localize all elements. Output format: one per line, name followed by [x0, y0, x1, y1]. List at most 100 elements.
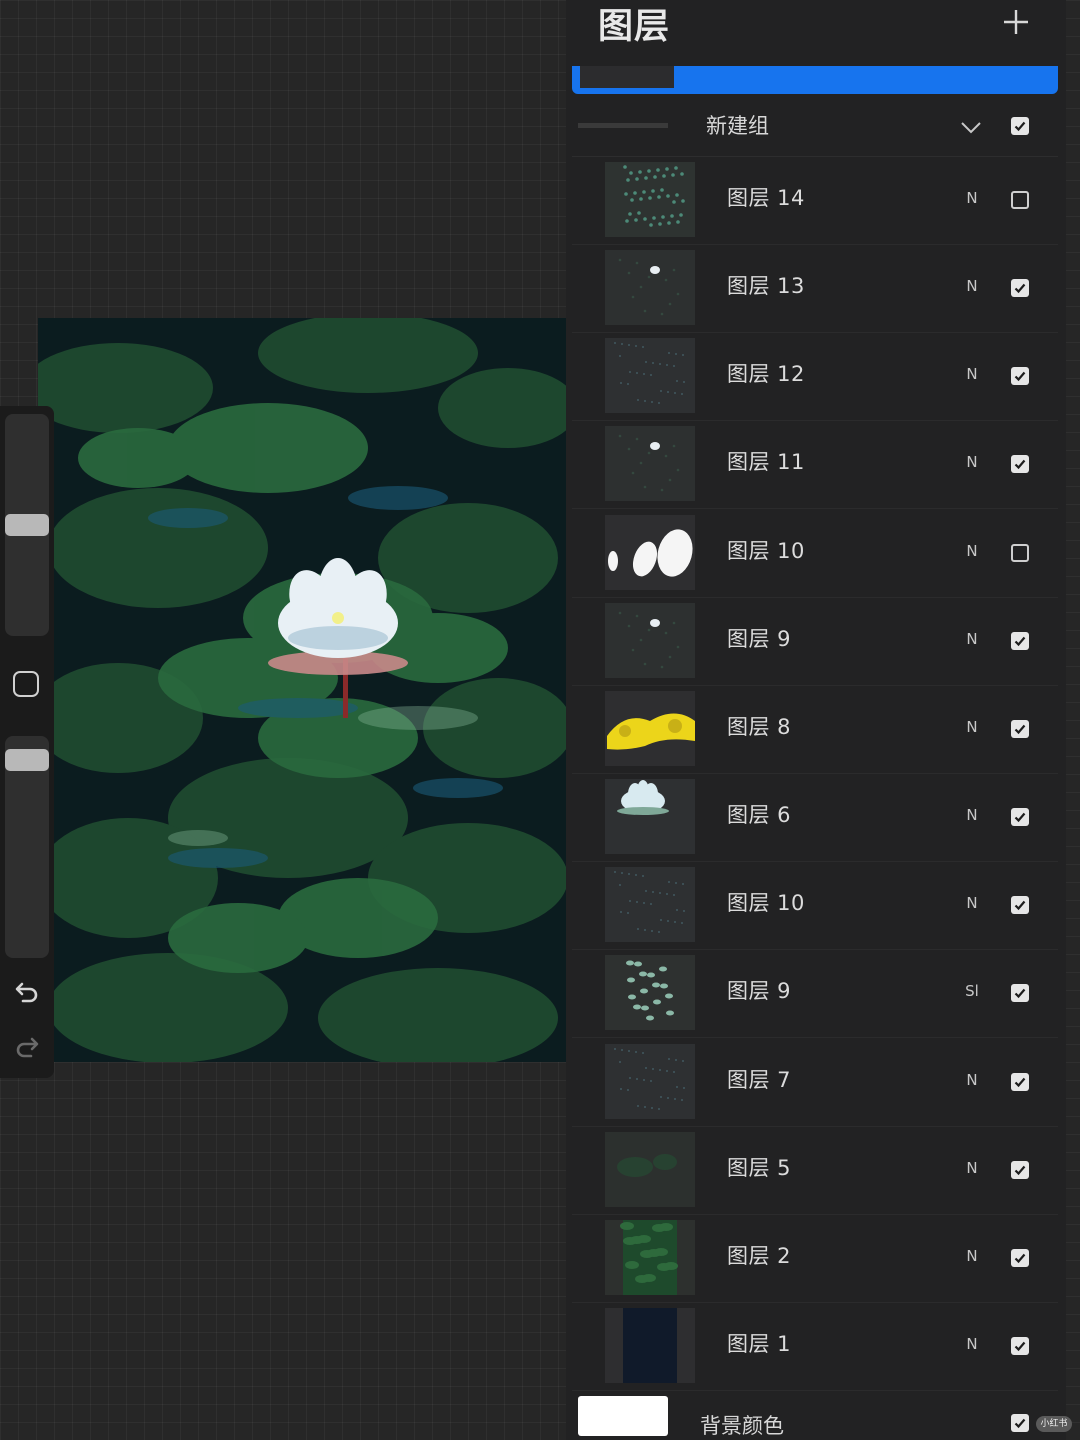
- layer-visibility-checkbox[interactable]: [1011, 367, 1029, 385]
- selected-layer-row[interactable]: [572, 66, 1058, 94]
- blend-mode-button[interactable]: N: [960, 1159, 984, 1177]
- brush-size-thumb[interactable]: [5, 514, 49, 536]
- check-icon: [1014, 636, 1026, 647]
- layer-visibility-checkbox[interactable]: [1011, 544, 1029, 562]
- tool-sidebar: [0, 406, 54, 1078]
- check-icon: [1014, 988, 1026, 999]
- blend-mode-button[interactable]: Sl: [960, 982, 984, 1000]
- background-color-swatch[interactable]: [578, 1396, 668, 1436]
- group-name: 新建组: [706, 114, 769, 138]
- layer-name: 图层 2: [727, 1244, 792, 1268]
- layer-row[interactable]: 图层 7 N: [572, 1038, 1058, 1127]
- layer-name: 图层 12: [727, 362, 805, 386]
- blend-mode-button[interactable]: N: [960, 365, 984, 383]
- layer-thumbnail[interactable]: [605, 1308, 695, 1383]
- layer-visibility-checkbox[interactable]: [1011, 191, 1029, 209]
- layer-row[interactable]: 图层 2 N: [572, 1214, 1058, 1303]
- layer-row[interactable]: 图层 5 N: [572, 1126, 1058, 1215]
- blend-mode-button[interactable]: N: [960, 453, 984, 471]
- layer-row[interactable]: 图层 14 N: [572, 156, 1058, 245]
- layer-name: 图层 1: [727, 1332, 792, 1356]
- panel-title: 图层: [598, 7, 671, 47]
- check-icon: [1014, 459, 1026, 470]
- layer-name: 图层 10: [727, 539, 805, 563]
- blend-mode-button[interactable]: N: [960, 189, 984, 207]
- layer-visibility-checkbox[interactable]: [1011, 1161, 1029, 1179]
- layer-row[interactable]: 图层 12 N: [572, 332, 1058, 421]
- layer-thumbnail[interactable]: [605, 603, 695, 678]
- layer-thumbnail[interactable]: [605, 779, 695, 854]
- add-layer-button[interactable]: [998, 4, 1034, 40]
- background-color-label: 背景颜色: [700, 1414, 784, 1438]
- layer-row[interactable]: 图层 1 N: [572, 1302, 1058, 1391]
- layer-thumbnail[interactable]: [605, 955, 695, 1030]
- layer-name: 图层 5: [727, 1156, 792, 1180]
- layer-thumbnail[interactable]: [605, 1132, 695, 1207]
- layer-row[interactable]: 图层 11 N: [572, 420, 1058, 509]
- layer-visibility-checkbox[interactable]: [1011, 984, 1029, 1002]
- layer-thumbnail[interactable]: [605, 1044, 695, 1119]
- layer-thumbnail[interactable]: [605, 1220, 695, 1295]
- group-visibility-checkbox[interactable]: [1011, 117, 1029, 135]
- blend-mode-button[interactable]: N: [960, 277, 984, 295]
- group-thumbnail: [578, 123, 668, 128]
- layer-name: 图层 7: [727, 1068, 792, 1092]
- brush-opacity-thumb[interactable]: [5, 749, 49, 771]
- blend-mode-button[interactable]: N: [960, 894, 984, 912]
- layer-row[interactable]: 图层 13 N: [572, 244, 1058, 333]
- layer-thumbnail[interactable]: [605, 515, 695, 590]
- check-icon: [1014, 1341, 1026, 1352]
- layer-visibility-checkbox[interactable]: [1011, 808, 1029, 826]
- layer-row[interactable]: 图层 8 N: [572, 685, 1058, 774]
- layer-visibility-checkbox[interactable]: [1011, 455, 1029, 473]
- background-visibility-checkbox[interactable]: [1011, 1414, 1029, 1432]
- layer-thumbnail[interactable]: [605, 426, 695, 501]
- layer-name: 图层 6: [727, 803, 792, 827]
- layer-name: 图层 11: [727, 450, 805, 474]
- check-icon: [1014, 1077, 1026, 1088]
- layer-row[interactable]: 图层 10 N: [572, 509, 1058, 598]
- layer-visibility-checkbox[interactable]: [1011, 279, 1029, 297]
- water-lily-painting: [38, 318, 566, 1062]
- layer-name: 图层 9: [727, 979, 792, 1003]
- layer-row[interactable]: 图层 10 N: [572, 861, 1058, 950]
- check-icon: [1014, 1418, 1026, 1429]
- layer-row[interactable]: 图层 6 N: [572, 773, 1058, 862]
- blend-mode-button[interactable]: N: [960, 630, 984, 648]
- modify-button[interactable]: [13, 671, 39, 697]
- layer-row[interactable]: 图层 9 Sl: [572, 949, 1058, 1038]
- check-icon: [1014, 121, 1026, 132]
- layer-visibility-checkbox[interactable]: [1011, 896, 1029, 914]
- layers-panel: 图层 新建组 背景颜色 图层 14 N 图层 13 N 图层 12 N 图层 11 N 图层 1…: [566, 0, 1066, 1440]
- layer-visibility-checkbox[interactable]: [1011, 1249, 1029, 1267]
- layer-visibility-checkbox[interactable]: [1011, 632, 1029, 650]
- blend-mode-button[interactable]: N: [960, 1071, 984, 1089]
- layer-name: 图层 10: [727, 891, 805, 915]
- brush-opacity-slider[interactable]: [5, 736, 49, 958]
- brush-size-slider[interactable]: [5, 414, 49, 636]
- layer-visibility-checkbox[interactable]: [1011, 720, 1029, 738]
- blend-mode-button[interactable]: N: [960, 1247, 984, 1265]
- undo-icon[interactable]: [12, 976, 42, 1006]
- layer-visibility-checkbox[interactable]: [1011, 1337, 1029, 1355]
- check-icon: [1014, 371, 1026, 382]
- layer-thumbnail[interactable]: [605, 691, 695, 766]
- check-icon: [1014, 1253, 1026, 1264]
- blend-mode-button[interactable]: N: [960, 542, 984, 560]
- layer-thumbnail[interactable]: [605, 338, 695, 413]
- layer-thumbnail[interactable]: [605, 867, 695, 942]
- layer-thumbnail[interactable]: [605, 162, 695, 237]
- chevron-down-icon[interactable]: [958, 114, 984, 140]
- layer-row[interactable]: 图层 9 N: [572, 597, 1058, 686]
- check-icon: [1014, 724, 1026, 735]
- layer-thumbnail[interactable]: [605, 250, 695, 325]
- artwork-canvas[interactable]: [38, 318, 566, 1062]
- blend-mode-button[interactable]: N: [960, 806, 984, 824]
- blend-mode-button[interactable]: N: [960, 718, 984, 736]
- layer-group-row[interactable]: 新建组: [572, 96, 1058, 157]
- plus-icon: [1004, 10, 1028, 34]
- redo-icon[interactable]: [12, 1031, 42, 1061]
- blend-mode-button[interactable]: N: [960, 1335, 984, 1353]
- layer-visibility-checkbox[interactable]: [1011, 1073, 1029, 1091]
- background-color-row[interactable]: 背景颜色: [572, 1392, 1058, 1440]
